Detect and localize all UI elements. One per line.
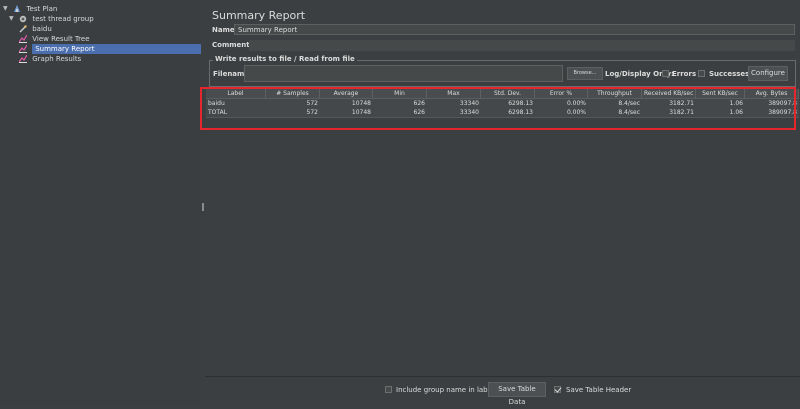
listener-icon — [19, 35, 27, 43]
save-table-header-checkbox[interactable] — [554, 386, 561, 393]
tree-item-summary-report[interactable]: Summary Report — [19, 44, 205, 54]
table-cell: 572 — [306, 109, 318, 116]
expand-toggle-icon[interactable]: ▼ — [3, 4, 9, 14]
table-cell: 1.06 — [729, 100, 743, 107]
tree-item-label: Graph Results — [32, 55, 82, 63]
table-cell: 3182.71 — [669, 109, 694, 116]
column-header-received-kb[interactable]: Received KB/sec — [642, 89, 696, 98]
tree-item-test-plan[interactable]: ▼ Test Plan — [3, 4, 57, 14]
errors-checkbox[interactable] — [662, 70, 669, 77]
table-row[interactable]: TOTAL 572 10748 626 33340 6298.13 0.00% … — [206, 108, 799, 118]
expand-toggle-icon[interactable]: ▼ — [9, 14, 15, 24]
panel-title: Summary Report — [212, 9, 306, 22]
tree-item-label: Summary Report — [32, 44, 205, 54]
browse-button[interactable]: Browse... — [567, 67, 603, 80]
table-cell: 1.06 — [729, 109, 743, 116]
thread-group-icon — [20, 15, 27, 23]
column-header-error-pct[interactable]: Error % — [535, 89, 588, 98]
results-table: Label # Samples Average Min Max Std. Dev… — [205, 88, 800, 375]
column-header-sent-kb[interactable]: Sent KB/sec — [696, 89, 745, 98]
column-header-avg-bytes[interactable]: Avg. Bytes — [745, 89, 799, 98]
table-cell: 10748 — [351, 109, 371, 116]
table-cell: 3182.71 — [669, 100, 694, 107]
table-cell: 626 — [413, 100, 425, 107]
tree-item-graph-results[interactable]: Graph Results — [19, 54, 81, 64]
table-cell: 10748 — [351, 100, 371, 107]
column-header-min[interactable]: Min — [373, 89, 427, 98]
tree-item-label: View Result Tree — [32, 35, 90, 43]
http-sampler-icon — [19, 25, 27, 33]
successes-label: Successes — [709, 70, 750, 78]
tree-item-baidu[interactable]: baidu — [19, 24, 52, 34]
tree-item-label: test thread group — [32, 15, 94, 23]
save-table-header-label: Save Table Header — [566, 386, 632, 394]
tree-item-thread-group[interactable]: ▼ test thread group — [9, 14, 94, 24]
table-cell: 6298.13 — [508, 109, 533, 116]
include-group-checkbox[interactable] — [385, 386, 392, 393]
tree-item-view-result-tree[interactable]: View Result Tree — [19, 34, 90, 44]
include-group-label: Include group name in label? — [396, 386, 498, 394]
table-cell: 8.4/sec — [618, 109, 640, 116]
table-cell: 8.4/sec — [618, 100, 640, 107]
tree-item-label: baidu — [32, 25, 52, 33]
divider-grip-icon[interactable] — [202, 203, 204, 211]
successes-checkbox[interactable] — [698, 70, 705, 77]
summary-report-panel: Summary Report Name: Summary Report Comm… — [205, 0, 800, 403]
column-header-throughput[interactable]: Throughput — [588, 89, 642, 98]
table-cell: 389097.8 — [768, 100, 797, 107]
table-cell: 572 — [306, 100, 318, 107]
bottom-separator — [205, 376, 800, 377]
table-cell: 626 — [413, 109, 425, 116]
configure-button[interactable]: Configure — [748, 66, 788, 81]
write-results-legend: Write results to file / Read from file — [213, 55, 357, 63]
table-cell: 0.00% — [566, 100, 586, 107]
column-header-average[interactable]: Average — [320, 89, 373, 98]
table-cell: 389097.8 — [768, 109, 797, 116]
comments-input[interactable] — [249, 40, 795, 51]
table-cell: 0.00% — [566, 109, 586, 116]
column-header-max[interactable]: Max — [427, 89, 481, 98]
table-cell: 6298.13 — [508, 100, 533, 107]
test-plan-icon — [14, 5, 21, 12]
listener-icon — [19, 55, 27, 63]
errors-label: Errors — [672, 70, 697, 78]
column-header-samples[interactable]: # Samples — [266, 89, 320, 98]
table-cell: baidu — [208, 100, 225, 107]
column-header-std-dev[interactable]: Std. Dev. — [481, 89, 535, 98]
tree-item-label: Test Plan — [26, 5, 58, 13]
table-cell: 33340 — [459, 100, 479, 107]
test-plan-tree: ▼ Test Plan ▼ test thread group baidu Vi… — [0, 0, 205, 403]
table-cell: TOTAL — [208, 109, 228, 116]
name-input[interactable]: Summary Report — [234, 24, 795, 35]
table-header-row: Label # Samples Average Min Max Std. Dev… — [206, 89, 799, 99]
table-cell: 33340 — [459, 109, 479, 116]
jmeter-window: ▼ Test Plan ▼ test thread group baidu Vi… — [0, 0, 800, 406]
save-table-data-button[interactable]: Save Table Data — [488, 382, 546, 406]
column-header-label[interactable]: Label — [206, 89, 266, 98]
filename-input[interactable] — [244, 65, 563, 82]
listener-icon — [19, 45, 27, 53]
